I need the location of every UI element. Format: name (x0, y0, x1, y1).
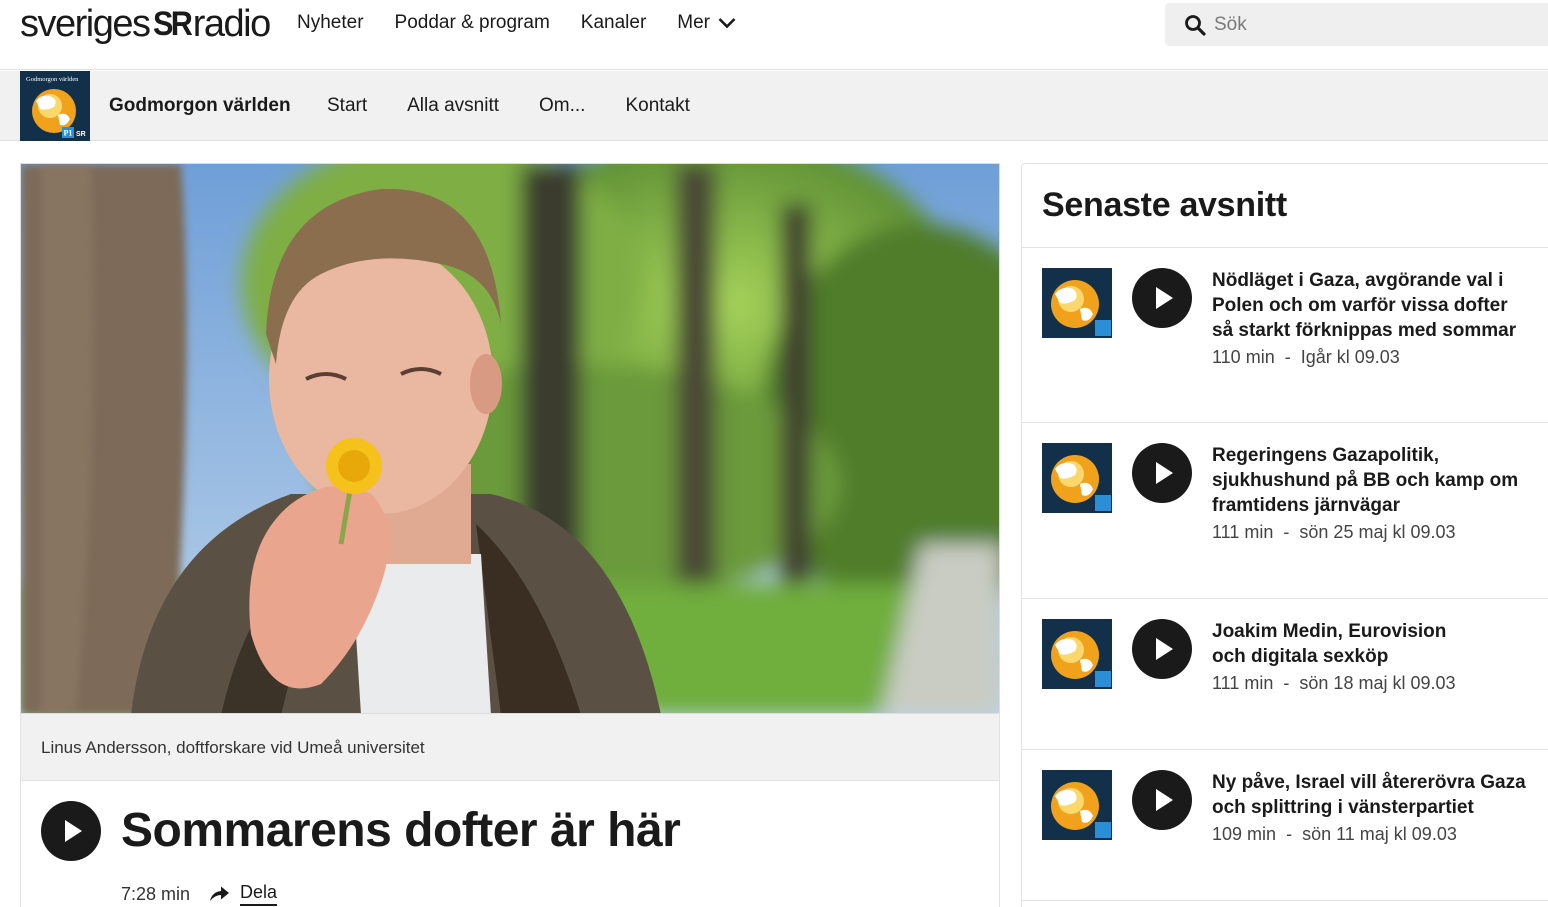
episode-duration: 111 min (1212, 522, 1274, 542)
search-icon[interactable] (1184, 14, 1206, 36)
program-tab-kontakt[interactable]: Kontakt (625, 95, 689, 117)
nav-item-poddar[interactable]: Poddar & program (395, 12, 550, 34)
episode-meta: 7:28 min Dela (121, 882, 278, 906)
globe-icon (1042, 770, 1112, 840)
search-bar (1165, 3, 1548, 46)
chevron-down-icon (718, 18, 736, 29)
episode-title[interactable]: Nödläget i Gaza, avgörande val i Polen o… (1212, 268, 1532, 343)
program-bar: Godmorgon världen P1 SR Godmorgon världe… (0, 71, 1548, 141)
nav-item-nyheter[interactable]: Nyheter (297, 12, 364, 34)
episode-thumbnail[interactable] (1042, 443, 1112, 513)
nav-item-mer[interactable]: Mer (677, 12, 736, 34)
episode-duration: 7:28 min (121, 883, 191, 904)
episode-title: Sommarens dofter är här (121, 804, 681, 857)
logo-text-right: radio (192, 2, 272, 45)
program-tab-start[interactable]: Start (327, 95, 367, 117)
share-button[interactable]: Dela (208, 882, 278, 906)
episode-thumbnail[interactable] (1042, 619, 1112, 689)
program-nav: Start Alla avsnitt Om... Kontakt (327, 95, 690, 117)
program-image-text: Godmorgon världen (26, 76, 79, 83)
episode-duration: 111 min (1212, 673, 1274, 693)
episode-play-button[interactable] (1132, 443, 1192, 503)
main-nav: Nyheter Poddar & program Kanaler Mer (297, 12, 736, 34)
episode-date: sön 25 maj kl 09.03 (1299, 522, 1456, 542)
share-arrow-icon (210, 886, 230, 901)
hero-photo (21, 164, 999, 713)
episode-date: sön 11 maj kl 09.03 (1302, 824, 1457, 844)
program-image[interactable]: Godmorgon världen P1 SR (20, 71, 90, 141)
program-tab-om[interactable]: Om... (539, 95, 585, 117)
globe-icon (1042, 443, 1112, 513)
episode-meta: 111 min - sön 18 maj kl 09.03 (1212, 673, 1456, 694)
logo-text-left: sveriges (20, 2, 151, 45)
meta-separator: - (1283, 673, 1290, 693)
episode-item: Nödläget i Gaza, avgörande val i Polen o… (1022, 248, 1548, 423)
program-title[interactable]: Godmorgon världen (109, 95, 291, 117)
search-input[interactable] (1214, 13, 1514, 36)
episode-duration: 109 min (1212, 824, 1277, 844)
episode-thumbnail[interactable] (1042, 268, 1112, 338)
globe-icon (1042, 268, 1112, 338)
episode-title[interactable]: Ny påve, Israel vill återerövra Gaza och… (1212, 770, 1532, 820)
episode-title[interactable]: Regeringens Gazapolitik, sjukhushund på … (1212, 443, 1532, 518)
episode-item: Joakim Medin, Eurovision och digitala se… (1022, 599, 1548, 750)
episode-item: Regeringens Gazapolitik, sjukhushund på … (1022, 423, 1548, 599)
episode-meta: 110 min - Igår kl 09.03 (1212, 347, 1400, 368)
nav-item-mer-label: Mer (677, 12, 711, 33)
episode-thumbnail[interactable] (1042, 770, 1112, 840)
episode-meta: 109 min - sön 11 maj kl 09.03 (1212, 824, 1457, 845)
episode-meta: 111 min - sön 25 maj kl 09.03 (1212, 522, 1456, 543)
episode-play-button[interactable] (1132, 268, 1192, 328)
logo-sr-mark: SR (152, 4, 193, 43)
meta-separator: - (1283, 522, 1290, 542)
latest-episodes-panel: Senaste avsnitt Nödläget i Gaza, avgöran… (1021, 163, 1548, 907)
share-label: Dela (240, 882, 278, 906)
episode-play-button[interactable] (1132, 770, 1192, 830)
sr-badge: SR (76, 131, 86, 138)
episode-date: Igår kl 09.03 (1300, 347, 1400, 367)
episode-item: Ny påve, Israel vill återerövra Gaza och… (1022, 750, 1548, 901)
episode-play-button[interactable] (41, 801, 101, 861)
globe-icon: Godmorgon världen P1 SR (20, 71, 90, 141)
episode-article: Sommarens dofter är här 7:28 min Dela (20, 781, 1000, 907)
episode-duration: 110 min (1212, 347, 1275, 367)
globe-icon (1042, 619, 1112, 689)
meta-separator: - (1286, 824, 1293, 844)
p1-badge: P1 (64, 129, 73, 138)
nav-item-kanaler[interactable]: Kanaler (581, 12, 647, 34)
top-navigation-bar: sveriges SR radio Nyheter Poddar & program… (0, 0, 1548, 70)
episode-date: sön 18 maj kl 09.03 (1299, 673, 1456, 693)
episode-title[interactable]: Joakim Medin, Eurovision och digitala se… (1212, 619, 1452, 669)
program-tab-alla-avsnitt[interactable]: Alla avsnitt (407, 95, 499, 117)
hero-image (20, 163, 1000, 714)
sveriges-radio-logo[interactable]: sveriges SR radio (20, 2, 272, 46)
image-caption: Linus Andersson, doftforskare vid Umeå u… (20, 714, 1000, 781)
meta-separator: - (1284, 347, 1291, 367)
episode-play-button[interactable] (1132, 619, 1192, 679)
latest-episodes-heading: Senaste avsnitt (1022, 164, 1548, 248)
